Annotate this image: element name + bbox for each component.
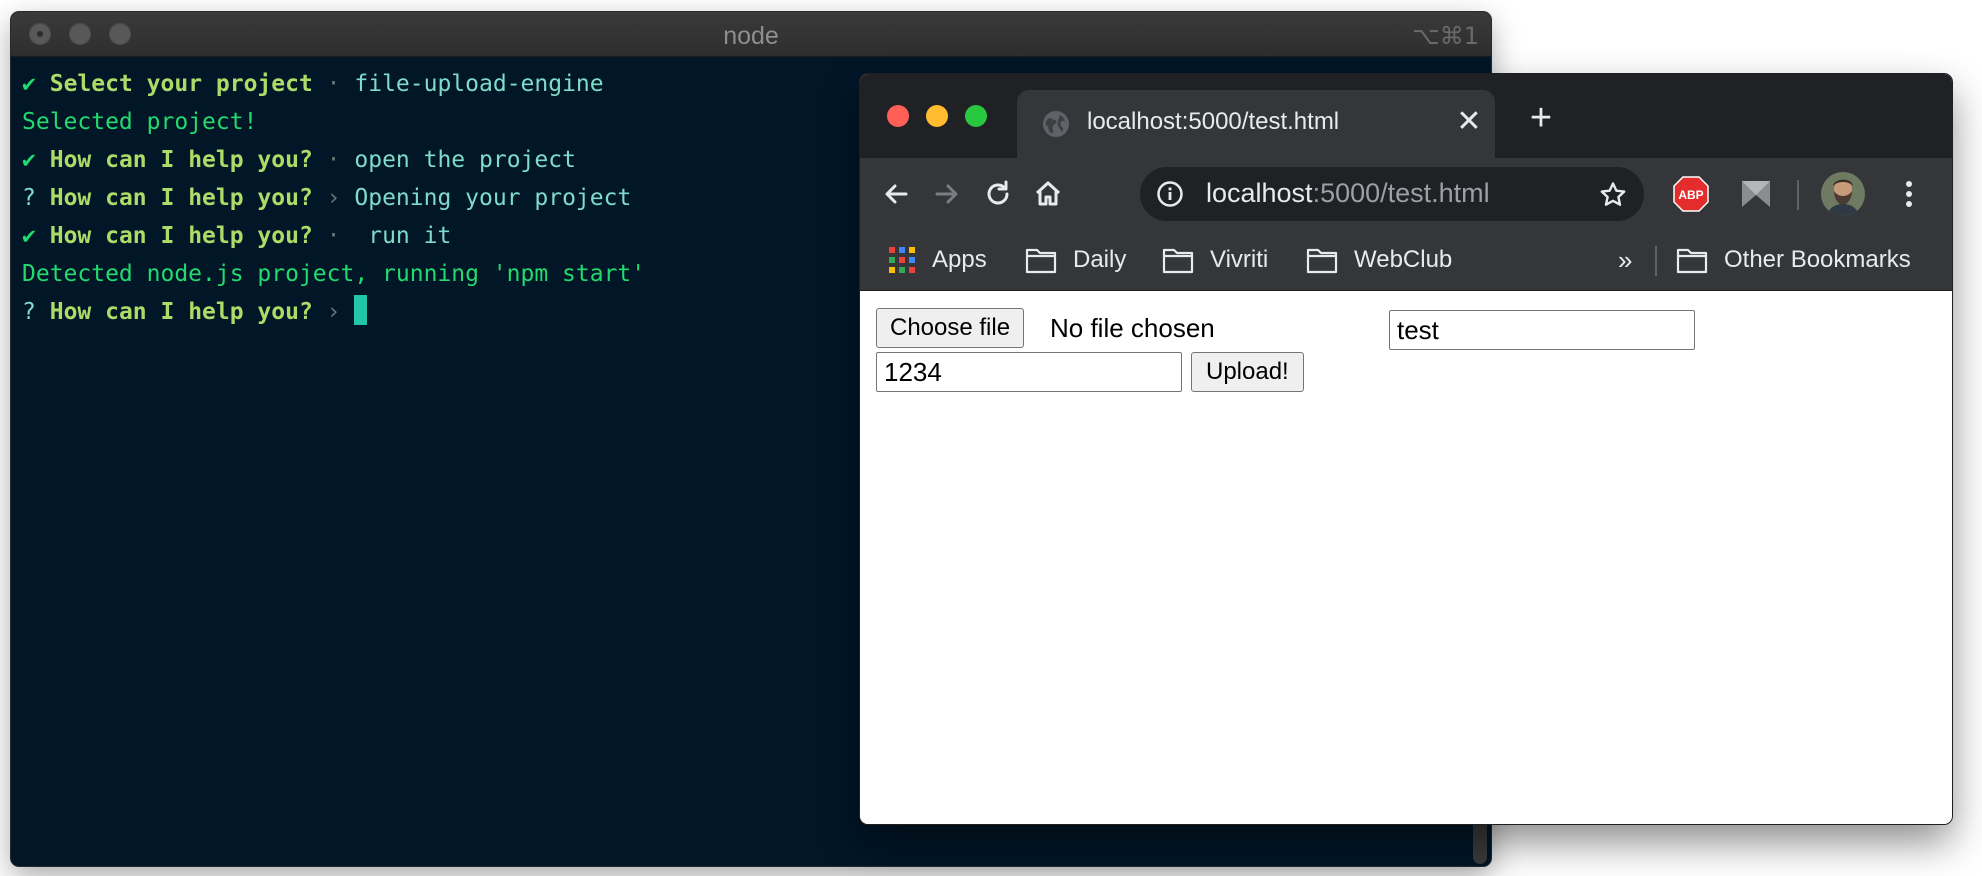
profile-avatar[interactable] [1821, 172, 1865, 216]
upload-button[interactable]: Upload! [1191, 352, 1304, 392]
prompt-answer: Opening your project [354, 185, 632, 211]
reload-icon[interactable] [978, 174, 1018, 214]
avatar-photo-icon [1821, 172, 1865, 216]
terminal-titlebar: node ⌥⌘1 [11, 12, 1491, 57]
abp-label: ABP [1678, 188, 1703, 202]
address-bar[interactable]: localhost:5000/test.html [1140, 167, 1644, 221]
globe-icon [1043, 111, 1069, 137]
prompt-separator: · [312, 223, 369, 249]
bookmark-star-icon[interactable] [1598, 180, 1628, 210]
prompt-separator: · [312, 147, 355, 173]
terminal-shortcut: ⌥⌘1 [1412, 22, 1479, 50]
terminal-cursor [354, 295, 368, 325]
url-text[interactable]: localhost:5000/test.html [1206, 178, 1490, 209]
bookmark-label: Other Bookmarks [1724, 246, 1911, 273]
folder-icon [1025, 248, 1057, 274]
output-text: Selected project! [22, 109, 258, 135]
prompt-separator: › [312, 299, 355, 325]
minimize-window-button[interactable] [926, 105, 948, 127]
forward-arrow-icon[interactable] [927, 174, 967, 214]
folder-icon [1162, 248, 1194, 274]
prompt-separator: › [312, 185, 355, 211]
url-path: :5000/test.html [1312, 178, 1490, 208]
prompt-label: How can I help you? [49, 299, 313, 325]
bookmarks-overflow-button[interactable]: » [1618, 242, 1632, 278]
close-tab-icon[interactable]: ✕ [1454, 107, 1484, 137]
check-icon: ✔ [22, 223, 36, 249]
number-input[interactable] [876, 352, 1182, 392]
bookmark-folder-webclub[interactable]: WebClub [1306, 242, 1466, 278]
more-menu-icon[interactable] [1902, 176, 1916, 212]
bookmark-apps[interactable]: Apps [888, 242, 998, 278]
bookmarks-bar: Apps Daily Vivriti WebClub » Other Bookm… [860, 230, 1952, 291]
output-text: Detected node.js project, running 'npm s… [22, 261, 646, 287]
bookmark-folder-vivriti[interactable]: Vivriti [1162, 242, 1282, 278]
adblock-plus-icon[interactable]: ABP [1672, 175, 1710, 213]
prompt-answer: run it [368, 223, 452, 249]
bookmark-label: Apps [932, 246, 987, 273]
name-input[interactable] [1389, 310, 1695, 350]
bookmark-label: Vivriti [1210, 246, 1269, 273]
bookmark-folder-daily[interactable]: Daily [1025, 242, 1135, 278]
question-icon: ? [22, 299, 36, 325]
extension-icon[interactable] [1738, 175, 1774, 211]
toolbar-divider [1797, 180, 1799, 210]
close-window-button[interactable] [887, 105, 909, 127]
tab-title: localhost:5000/test.html [1087, 108, 1340, 135]
back-arrow-icon[interactable] [876, 174, 916, 214]
question-icon: ? [22, 185, 36, 211]
prompt-label: How can I help you? [49, 185, 313, 211]
prompt-answer: open the project [354, 147, 576, 173]
terminal-title: node [723, 22, 779, 50]
browser-window: localhost:5000/test.html ✕ + localhost:5… [860, 74, 1952, 824]
prompt-answer: file-upload-engine [354, 71, 604, 97]
prompt-label: How can I help you? [49, 223, 313, 249]
info-icon[interactable] [1156, 180, 1184, 208]
browser-toolbar: localhost:5000/test.html ABP [860, 158, 1952, 230]
home-icon[interactable] [1028, 174, 1068, 214]
apps-grid-icon [889, 247, 915, 273]
bookmark-label: WebClub [1354, 246, 1453, 273]
bookmark-label: Daily [1073, 246, 1127, 273]
folder-icon [1676, 248, 1708, 274]
prompt-separator: · [312, 71, 355, 97]
prompt-label: How can I help you? [49, 147, 313, 173]
prompt-label: Select your project [49, 71, 313, 97]
new-tab-button[interactable]: + [1525, 99, 1557, 137]
page-content: Choose file No file chosen Upload! [860, 291, 1952, 824]
choose-file-button[interactable]: Choose file [876, 308, 1025, 348]
tab-strip: localhost:5000/test.html ✕ + [860, 74, 1952, 158]
bookmarks-divider [1655, 246, 1657, 276]
check-icon: ✔ [22, 71, 36, 97]
tab-active[interactable]: localhost:5000/test.html ✕ [1017, 90, 1495, 158]
maximize-window-button[interactable] [965, 105, 987, 127]
check-icon: ✔ [22, 147, 36, 173]
folder-icon [1306, 248, 1338, 274]
bookmark-folder-other[interactable]: Other Bookmarks [1676, 242, 1926, 278]
file-status: No file chosen [1050, 313, 1215, 343]
url-host: localhost [1206, 178, 1313, 208]
